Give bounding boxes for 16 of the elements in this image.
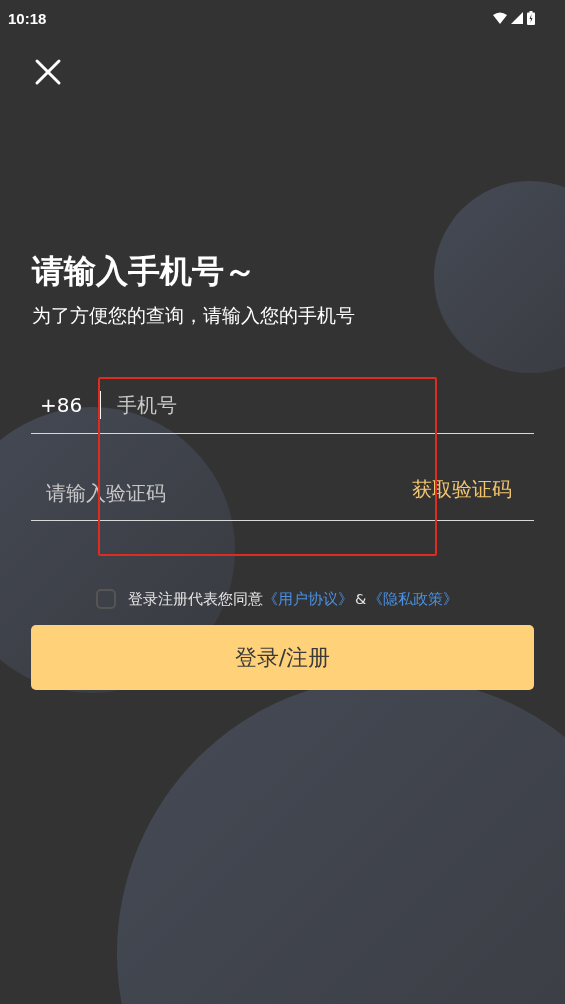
country-code[interactable]: +86 — [40, 393, 83, 417]
page-subtitle: 为了方便您的查询，请输入您的手机号 — [32, 303, 356, 328]
battery-icon — [527, 11, 535, 25]
agreement-text: 登录注册代表您同意 — [128, 589, 263, 609]
close-icon — [33, 57, 63, 87]
phone-field[interactable]: +86 手机号 — [31, 377, 534, 434]
wifi-icon — [493, 12, 507, 24]
user-agreement-link[interactable]: 《用户协议》 — [263, 589, 353, 609]
signal-icon — [511, 12, 523, 24]
privacy-policy-link[interactable]: 《隐私政策》 — [368, 589, 459, 609]
login-button[interactable]: 登录/注册 — [31, 625, 534, 690]
ampersand-text: & — [355, 591, 367, 607]
close-button[interactable] — [33, 57, 63, 87]
status-time: 10:18 — [8, 9, 47, 27]
agree-checkbox[interactable] — [96, 589, 116, 609]
page-title: 请输入手机号～ — [32, 251, 257, 291]
